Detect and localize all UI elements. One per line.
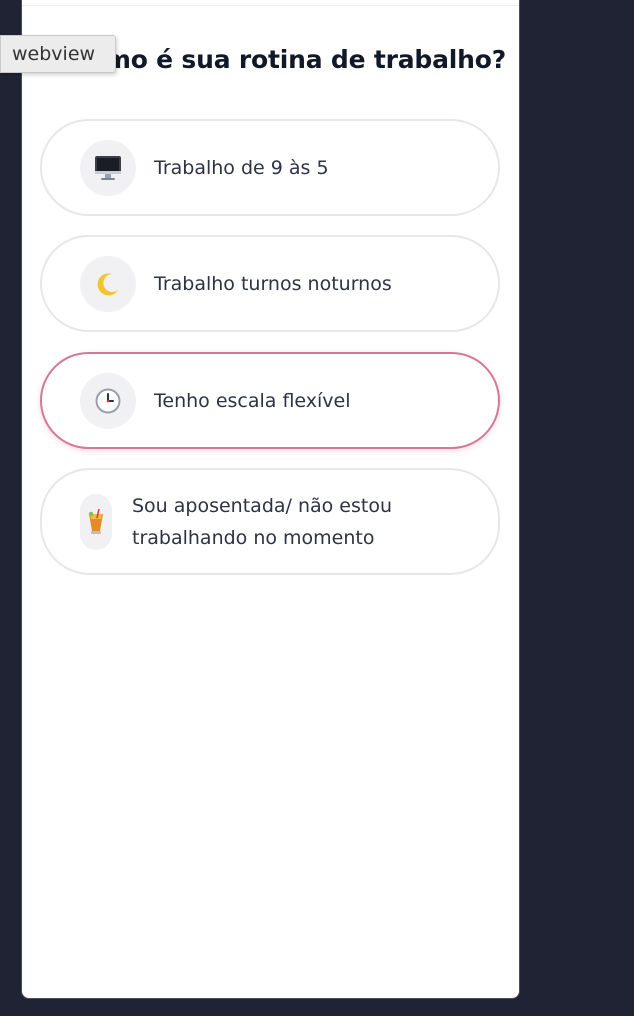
webview-screen: Como é sua rotina de trabalho? Trabalho … bbox=[21, 0, 520, 999]
header-divider bbox=[22, 5, 519, 6]
option-label: Trabalho turnos noturnos bbox=[154, 272, 392, 295]
option-retired[interactable]: Sou aposentada/ não estou trabalhando no… bbox=[40, 468, 500, 575]
option-label: Tenho escala flexível bbox=[154, 389, 351, 412]
option-flexible-schedule[interactable]: Tenho escala flexível bbox=[40, 352, 500, 449]
option-label: Trabalho de 9 às 5 bbox=[154, 156, 329, 179]
option-night-shifts[interactable]: Trabalho turnos noturnos bbox=[40, 235, 500, 332]
tropical-drink-icon bbox=[80, 493, 112, 550]
desktop-computer-icon bbox=[80, 139, 136, 196]
crescent-moon-icon bbox=[80, 255, 136, 312]
option-9-to-5[interactable]: Trabalho de 9 às 5 bbox=[40, 119, 500, 216]
webview-debug-label: webview bbox=[0, 35, 116, 73]
option-label: Sou aposentada/ não estou trabalhando no… bbox=[132, 494, 393, 549]
clock-icon bbox=[80, 372, 136, 429]
